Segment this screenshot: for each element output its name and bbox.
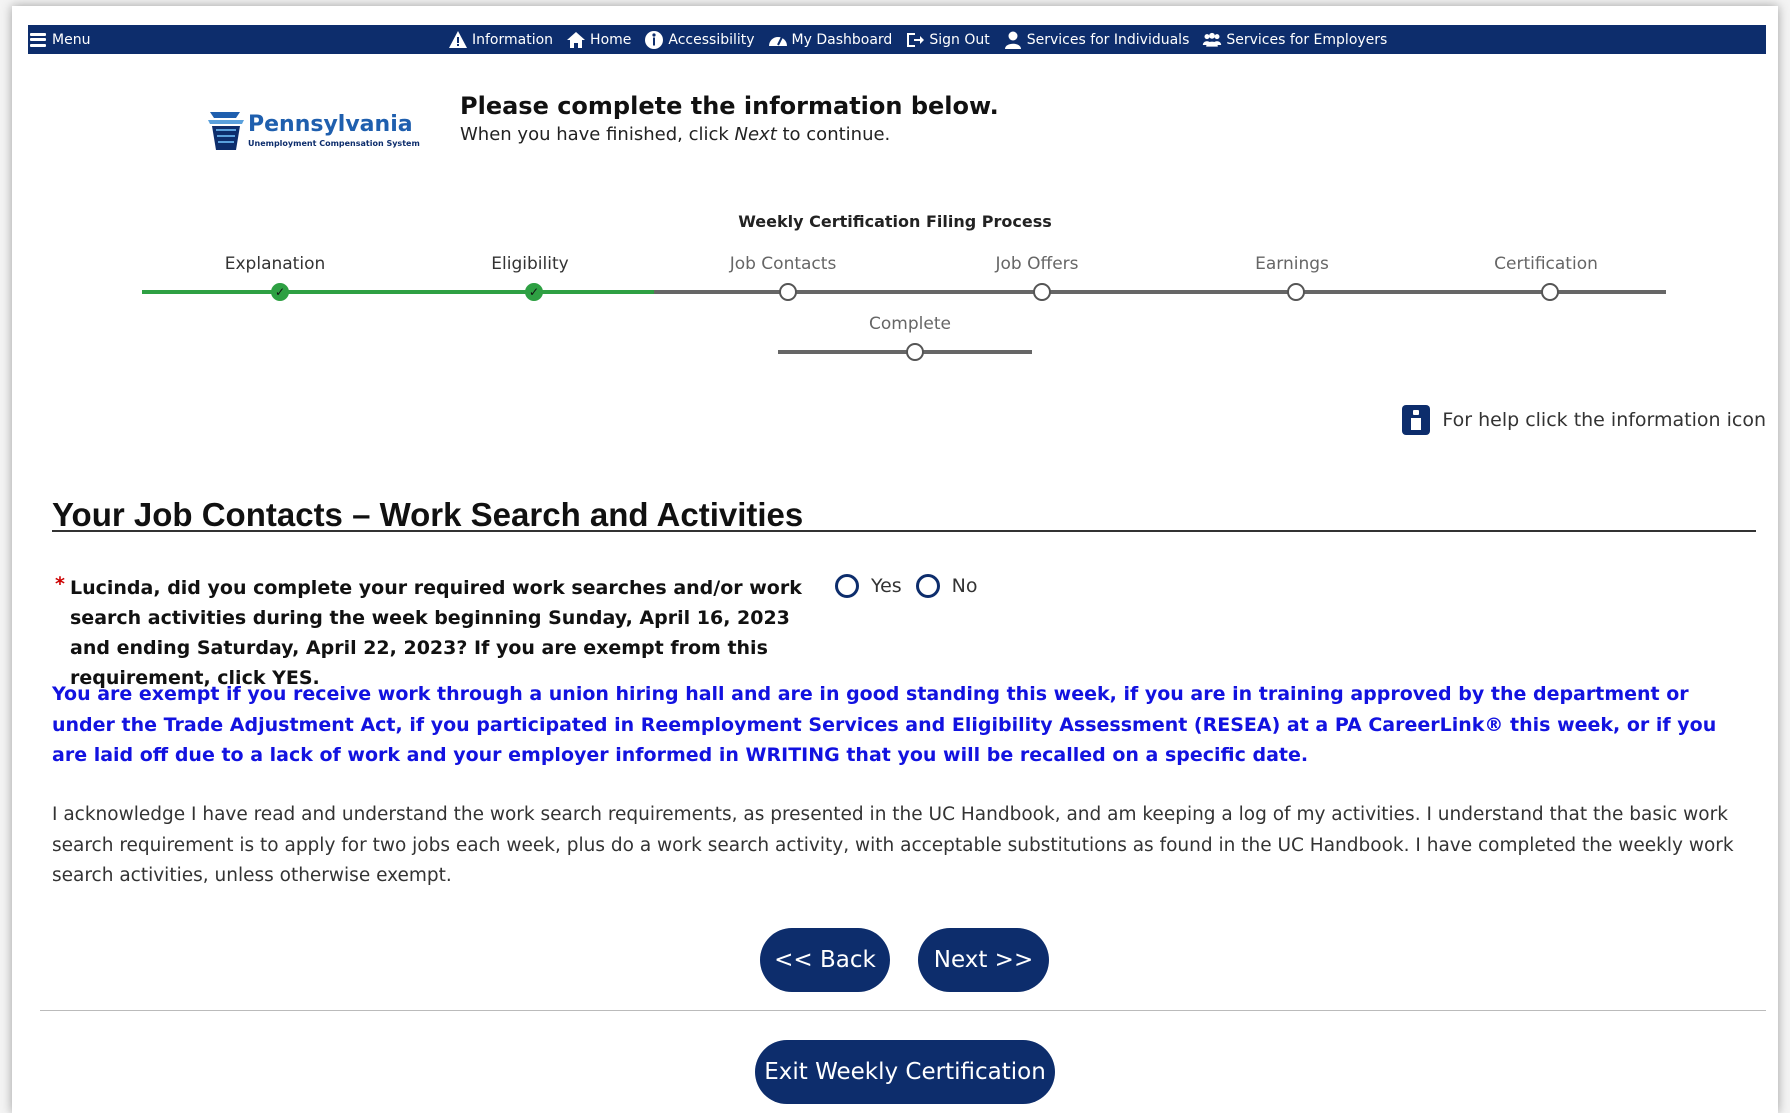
check-icon: ✓: [528, 285, 540, 299]
radio-yes[interactable]: Yes: [835, 574, 902, 598]
step-label-complete: Complete: [869, 314, 951, 334]
step-node-eligibility: ✓: [525, 283, 543, 301]
radio-yes-circle[interactable]: [835, 574, 859, 598]
step-node-certification: [1541, 283, 1559, 301]
section-divider: [52, 530, 1756, 532]
radio-yes-label: Yes: [871, 575, 902, 597]
step-node-job-contacts: [779, 283, 797, 301]
back-button[interactable]: << Back: [760, 928, 890, 992]
bottom-divider: [40, 1010, 1766, 1011]
information-icon[interactable]: [1402, 405, 1431, 435]
check-icon: ✓: [274, 285, 286, 299]
required-marker: *: [55, 573, 65, 595]
acknowledgement-text: I acknowledge I have read and understand…: [52, 804, 1734, 886]
radio-no[interactable]: No: [915, 574, 978, 598]
progress-track-remaining: [654, 290, 1666, 294]
work-search-radio-group: Yes No: [835, 574, 978, 598]
section-title: Your Job Contacts – Work Search and Acti…: [52, 496, 804, 533]
progress-steps: Explanation Eligibility Job Contacts Job…: [0, 0, 1790, 380]
question-text: Lucinda, did you complete your required …: [70, 577, 802, 689]
step-node-earnings: [1287, 283, 1305, 301]
exit-weekly-certification-button[interactable]: Exit Weekly Certification: [755, 1040, 1055, 1104]
help-hint: For help click the information icon: [1402, 405, 1766, 435]
next-button[interactable]: Next >>: [918, 928, 1049, 992]
radio-no-circle[interactable]: [915, 574, 940, 598]
step-label-certification: Certification: [1494, 254, 1598, 274]
progress-track-complete: [142, 290, 654, 294]
step-node-job-offers: [1033, 283, 1051, 301]
step-label-eligibility: Eligibility: [491, 254, 569, 274]
step-label-earnings: Earnings: [1255, 254, 1329, 274]
step-label-explanation: Explanation: [224, 254, 326, 274]
work-search-question: * Lucinda, did you complete your require…: [55, 573, 815, 693]
step-node-complete: [906, 343, 924, 361]
step-node-explanation: ✓: [271, 283, 289, 301]
step-label-job-offers: Job Offers: [995, 254, 1079, 274]
radio-no-label: No: [951, 575, 978, 597]
help-text: For help click the information icon: [1442, 409, 1766, 431]
step-label-job-contacts: Job Contacts: [729, 254, 837, 274]
exemption-note: You are exempt if you receive work throu…: [52, 683, 1717, 766]
progress-track-row2: [778, 350, 1032, 354]
